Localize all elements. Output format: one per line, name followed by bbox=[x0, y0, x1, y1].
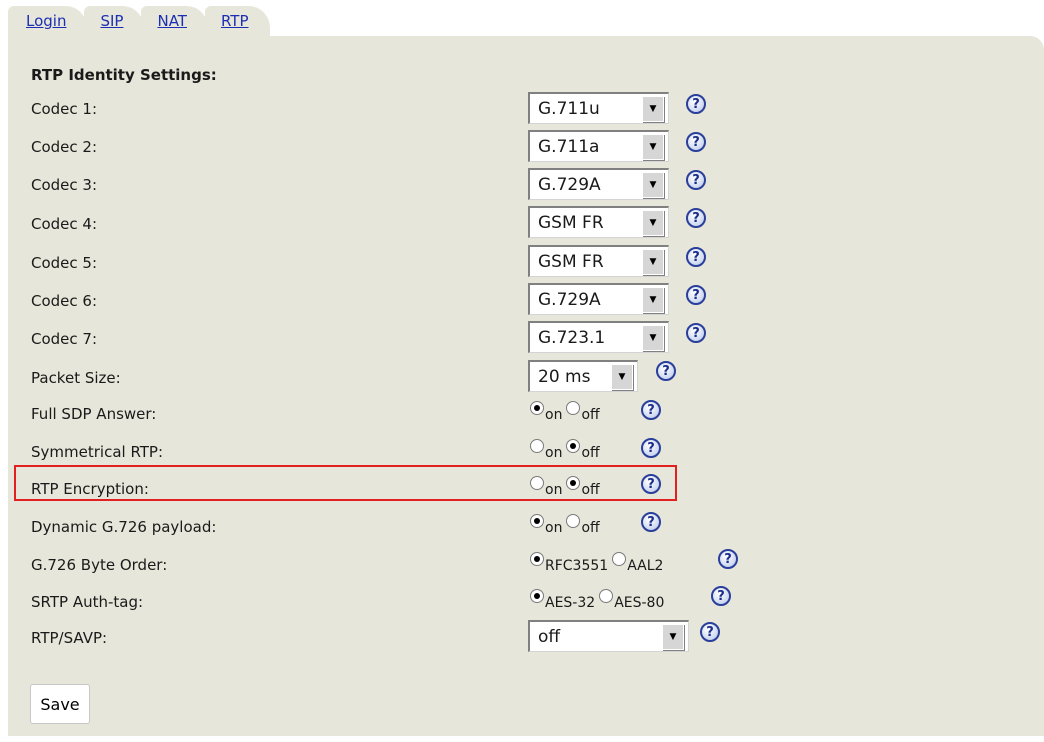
codec1-label: Codec 1: bbox=[31, 100, 98, 118]
codec3-select[interactable]: G.729A ▼ bbox=[528, 168, 669, 200]
chevron-down-icon[interactable]: ▼ bbox=[642, 209, 664, 236]
packet-size-label: Packet Size: bbox=[31, 369, 121, 387]
codec6-label: Codec 6: bbox=[31, 292, 98, 310]
help-icon[interactable]: ? bbox=[686, 285, 706, 305]
srtp-aes32-label: AES-32 bbox=[545, 595, 596, 611]
help-icon[interactable]: ? bbox=[686, 170, 706, 190]
codec5-select[interactable]: GSM FR ▼ bbox=[528, 245, 669, 277]
dynamic-g726-off-label: off bbox=[581, 520, 600, 536]
rtp-savp-select[interactable]: off ▼ bbox=[528, 620, 689, 652]
full-sdp-off-radio[interactable] bbox=[566, 401, 581, 415]
codec1-value: G.711u bbox=[538, 98, 600, 119]
symmetrical-rtp-on-label: on bbox=[545, 445, 563, 461]
g726-byte-order-label: G.726 Byte Order: bbox=[31, 556, 168, 574]
dynamic-g726-off-radio[interactable] bbox=[566, 514, 581, 528]
chevron-down-icon[interactable]: ▼ bbox=[662, 623, 684, 650]
srtp-aes80-label: AES-80 bbox=[614, 595, 665, 611]
codec2-label: Codec 2: bbox=[31, 138, 98, 156]
codec6-select[interactable]: G.729A ▼ bbox=[528, 283, 669, 315]
full-sdp-label: Full SDP Answer: bbox=[31, 405, 157, 423]
help-icon[interactable]: ? bbox=[686, 323, 706, 343]
help-icon[interactable]: ? bbox=[641, 438, 661, 458]
help-icon[interactable]: ? bbox=[711, 586, 731, 606]
tab-sip-link[interactable]: SIP bbox=[100, 12, 123, 30]
codec7-value: G.723.1 bbox=[538, 327, 606, 348]
chevron-down-icon[interactable]: ▼ bbox=[642, 324, 664, 351]
codec5-label: Codec 5: bbox=[31, 254, 98, 272]
codec3-label: Codec 3: bbox=[31, 176, 98, 194]
srtp-aes80-radio[interactable] bbox=[599, 589, 614, 603]
tab-rtp-link[interactable]: RTP bbox=[221, 12, 249, 30]
help-icon[interactable]: ? bbox=[686, 132, 706, 152]
help-icon[interactable]: ? bbox=[700, 622, 720, 642]
g726-aal2-radio[interactable] bbox=[612, 552, 627, 566]
symmetrical-rtp-label: Symmetrical RTP: bbox=[31, 443, 164, 461]
dynamic-g726-on-radio[interactable] bbox=[530, 514, 544, 528]
codec3-value: G.729A bbox=[538, 174, 601, 195]
g726-aal2-label: AAL2 bbox=[627, 558, 664, 574]
codec7-select[interactable]: G.723.1 ▼ bbox=[528, 321, 669, 353]
tab-login[interactable]: Login bbox=[8, 6, 89, 36]
g726-rfc3551-radio[interactable] bbox=[530, 552, 544, 566]
symmetrical-rtp-on-radio[interactable] bbox=[530, 439, 544, 453]
section-title: RTP Identity Settings: bbox=[31, 66, 217, 84]
srtp-auth-tag-label: SRTP Auth-tag: bbox=[31, 593, 144, 611]
packet-size-select[interactable]: 20 ms ▼ bbox=[528, 360, 638, 392]
chevron-down-icon[interactable]: ▼ bbox=[642, 133, 664, 160]
srtp-aes32-radio[interactable] bbox=[530, 589, 544, 603]
codec4-select[interactable]: GSM FR ▼ bbox=[528, 206, 669, 238]
rtp-savp-value: off bbox=[538, 626, 561, 647]
save-button[interactable]: Save bbox=[30, 684, 90, 724]
symmetrical-rtp-off-radio[interactable] bbox=[566, 439, 581, 453]
chevron-down-icon[interactable]: ▼ bbox=[642, 248, 664, 275]
help-icon[interactable]: ? bbox=[641, 400, 661, 420]
dynamic-g726-radios: on off bbox=[530, 512, 604, 536]
chevron-down-icon[interactable]: ▼ bbox=[642, 95, 664, 122]
chevron-down-icon[interactable]: ▼ bbox=[642, 286, 664, 313]
codec4-value: GSM FR bbox=[538, 212, 604, 233]
codec2-value: G.711a bbox=[538, 136, 600, 157]
tab-login-link[interactable]: Login bbox=[26, 12, 66, 30]
help-icon[interactable]: ? bbox=[686, 247, 706, 267]
codec4-label: Codec 4: bbox=[31, 215, 98, 233]
help-icon[interactable]: ? bbox=[718, 549, 738, 569]
full-sdp-on-label: on bbox=[545, 407, 563, 423]
rtp-settings-panel: RTP Identity Settings: Codec 1: G.711u ▼… bbox=[8, 36, 1044, 736]
codec1-select[interactable]: G.711u ▼ bbox=[528, 92, 669, 124]
tab-sip[interactable]: SIP bbox=[84, 6, 146, 36]
help-icon[interactable]: ? bbox=[656, 361, 676, 381]
chevron-down-icon[interactable]: ▼ bbox=[642, 171, 664, 198]
tab-rtp[interactable]: RTP bbox=[204, 6, 271, 36]
symmetrical-rtp-off-label: off bbox=[581, 445, 600, 461]
tab-nat-link[interactable]: NAT bbox=[157, 12, 186, 30]
tab-bar: Login SIP NAT RTP bbox=[8, 6, 271, 36]
codec6-value: G.729A bbox=[538, 289, 601, 310]
rtp-savp-label: RTP/SAVP: bbox=[31, 629, 108, 647]
chevron-down-icon[interactable]: ▼ bbox=[611, 363, 633, 390]
g726-byte-order-radios: RFC3551 AAL2 bbox=[530, 550, 667, 574]
tab-nat[interactable]: NAT bbox=[141, 6, 209, 36]
codec7-label: Codec 7: bbox=[31, 330, 98, 348]
help-icon[interactable]: ? bbox=[641, 512, 661, 532]
codec2-select[interactable]: G.711a ▼ bbox=[528, 130, 669, 162]
rtp-encryption-highlight-box bbox=[14, 465, 677, 501]
symmetrical-rtp-radios: on off bbox=[530, 437, 604, 461]
full-sdp-on-radio[interactable] bbox=[530, 401, 544, 415]
help-icon[interactable]: ? bbox=[686, 208, 706, 228]
help-icon[interactable]: ? bbox=[686, 94, 706, 114]
dynamic-g726-on-label: on bbox=[545, 520, 563, 536]
packet-size-value: 20 ms bbox=[538, 366, 591, 387]
dynamic-g726-label: Dynamic G.726 payload: bbox=[31, 518, 217, 536]
codec5-value: GSM FR bbox=[538, 251, 604, 272]
full-sdp-radios: on off bbox=[530, 399, 604, 423]
g726-rfc3551-label: RFC3551 bbox=[545, 558, 609, 574]
srtp-auth-tag-radios: AES-32 AES-80 bbox=[530, 587, 668, 611]
full-sdp-off-label: off bbox=[581, 407, 600, 423]
